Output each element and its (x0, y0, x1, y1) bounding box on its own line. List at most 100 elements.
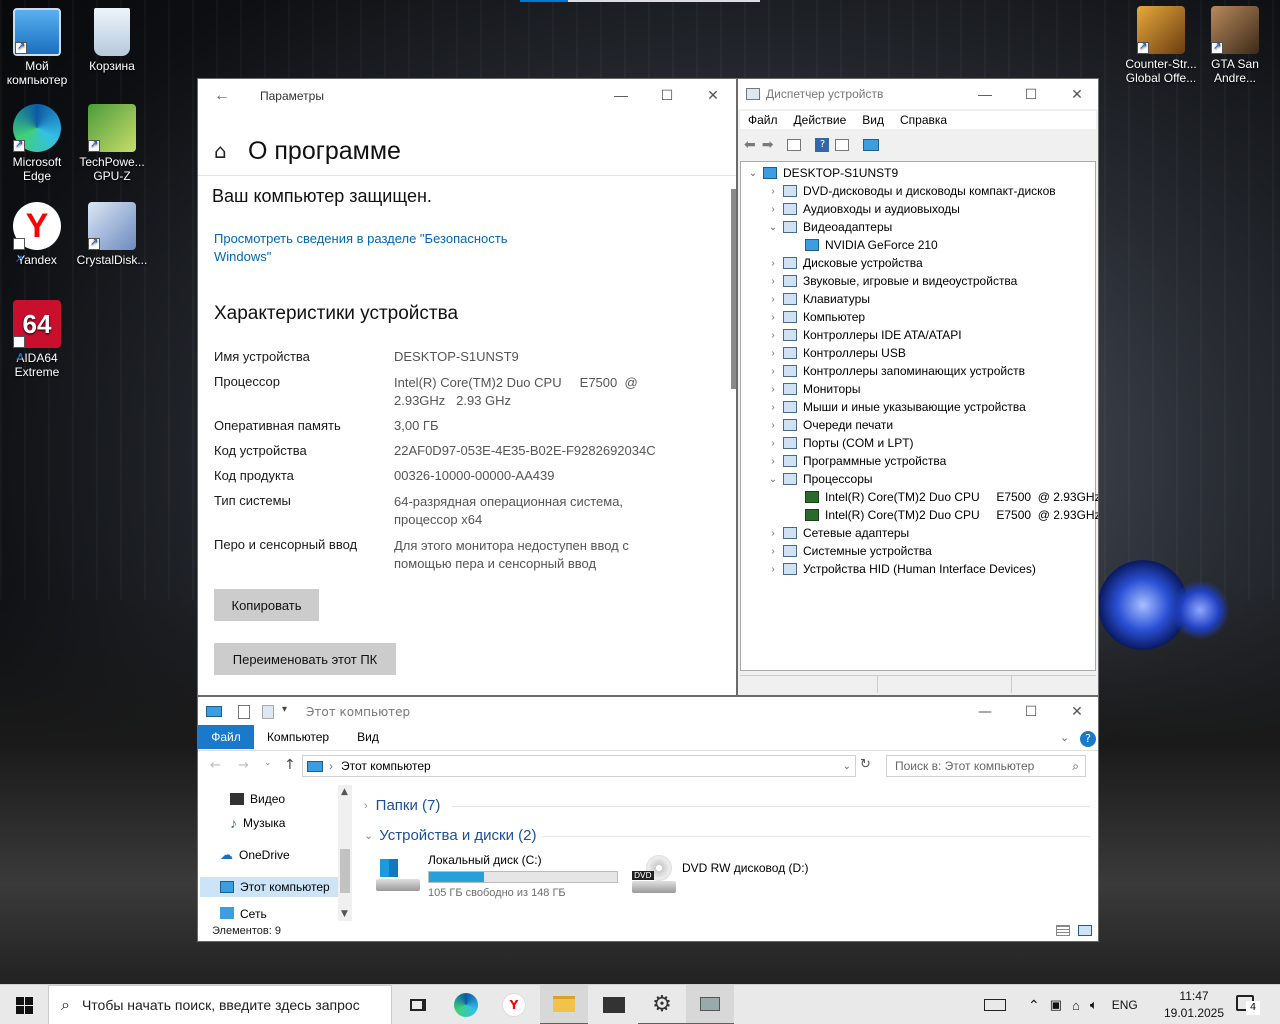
taskbar-file-explorer[interactable] (540, 985, 588, 1024)
maximize-button[interactable]: ☐ (1008, 697, 1054, 727)
devices-group-header[interactable]: ⌄ Устройства и диски (2) (364, 827, 536, 844)
tree-root[interactable]: ⌄ DESKTOP-S1UNST9 (747, 164, 898, 182)
chevron-right-icon[interactable]: › (767, 204, 779, 215)
copy-button[interactable]: Копировать (214, 589, 319, 621)
taskbar-edge[interactable] (442, 985, 490, 1024)
tree-device-item[interactable]: NVIDIA GeForce 210 (801, 236, 938, 254)
security-link[interactable]: Просмотреть сведения в разделе "Безопасн… (214, 230, 554, 266)
tree-category-item[interactable]: › Мониторы (767, 380, 860, 398)
chevron-right-icon[interactable]: › (767, 564, 779, 575)
close-button[interactable]: ✕ (1054, 79, 1098, 109)
desktop-icon-yandex[interactable]: Y Yandex (0, 202, 74, 284)
chevron-right-icon[interactable]: › (767, 420, 779, 431)
chevron-right-icon[interactable]: › (767, 276, 779, 287)
tree-device-item[interactable]: Intel(R) Core(TM)2 Duo CPU E7500 @ 2.93G… (801, 506, 1098, 524)
chevron-right-icon[interactable]: › (767, 546, 779, 557)
tree-category-item[interactable]: › Клавиатуры (767, 290, 870, 308)
forward-icon[interactable]: ➡ (762, 137, 774, 153)
ribbon-expand-icon[interactable]: ⌄ (1060, 731, 1069, 744)
nav-up-icon[interactable]: ↑ (284, 757, 296, 773)
chevron-right-icon[interactable]: › (767, 312, 779, 323)
tree-category-item[interactable]: › Компьютер (767, 308, 865, 326)
close-button[interactable]: ✕ (690, 79, 736, 111)
address-bar[interactable]: › Этот компьютер ⌄ (302, 755, 856, 777)
tree-category-item[interactable]: › DVD-дисководы и дисководы компакт-диско… (767, 182, 1055, 200)
settings-scrollbar[interactable] (731, 189, 736, 389)
tree-category-item[interactable]: › Дисковые устройства (767, 254, 922, 272)
chevron-right-icon[interactable]: › (767, 330, 779, 341)
rename-pc-button[interactable]: Переименовать этот ПК (214, 643, 396, 675)
start-button[interactable] (0, 985, 48, 1024)
tree-category-item[interactable]: › Сетевые адаптеры (767, 524, 909, 542)
chevron-down-icon[interactable]: ⌄ (767, 474, 779, 485)
tree-category-item[interactable]: › Порты (COM и LPT) (767, 434, 913, 452)
update-driver-icon[interactable] (835, 139, 850, 151)
desktop-icon-recycle-bin[interactable]: Корзина (75, 8, 149, 73)
close-button[interactable]: ✕ (1054, 697, 1098, 727)
notification-center-button[interactable]: 4 (1234, 993, 1260, 1017)
tree-category-item[interactable]: › Программные устройства (767, 452, 946, 470)
chevron-right-icon[interactable]: › (767, 402, 779, 413)
refresh-icon[interactable]: ↻ (860, 757, 871, 772)
nav-item-network[interactable]: Сеть (220, 907, 267, 921)
desktop-icon-gpuz[interactable]: TechPowe... GPU-Z (75, 104, 149, 183)
help-icon[interactable]: ? (1080, 731, 1096, 747)
scan-hardware-icon[interactable] (863, 139, 880, 151)
nav-item-onedrive[interactable]: ☁ OneDrive (220, 845, 290, 865)
taskbar-settings[interactable]: ⚙ (638, 985, 686, 1024)
network-icon[interactable]: ⌂ (1072, 998, 1080, 1013)
maximize-button[interactable]: ☐ (644, 79, 690, 111)
minimize-button[interactable]: — (962, 697, 1008, 727)
nav-item-videos[interactable]: Видео (230, 789, 285, 809)
folders-group-header[interactable]: › Папки (7) (364, 797, 440, 814)
desktop-icon-csgo[interactable]: Counter-Str... Global Offe... (1124, 6, 1198, 85)
search-box[interactable]: Поиск в: Этот компьютер ⌕ (886, 755, 1086, 777)
tiles-view-icon[interactable] (1078, 925, 1092, 936)
nav-item-this-pc[interactable]: Этот компьютер (200, 877, 338, 897)
tree-category-item[interactable]: › Очереди печати (767, 416, 893, 434)
task-view-button[interactable] (394, 985, 442, 1024)
taskbar-mail[interactable] (590, 985, 638, 1024)
recent-locations-icon[interactable]: ⌄ (264, 758, 272, 768)
chevron-right-icon[interactable]: › (767, 366, 779, 377)
tree-device-item[interactable]: Intel(R) Core(TM)2 Duo CPU E7500 @ 2.93G… (801, 488, 1098, 506)
taskbar-yandex[interactable]: Y (490, 985, 538, 1024)
volume-icon[interactable]: 🔈︎ (1090, 997, 1098, 1013)
properties-quick-icon[interactable] (238, 705, 250, 719)
ribbon-tab-view[interactable]: Вид (344, 725, 392, 749)
back-icon[interactable]: ⬅ (744, 137, 756, 153)
chevron-down-icon[interactable]: ⌄ (767, 222, 779, 233)
chevron-right-icon[interactable]: › (767, 528, 779, 539)
drive-d[interactable]: DVD DVD RW дисковод (D:) (630, 855, 830, 899)
drive-c[interactable]: Локальный диск (C:) 105 ГБ свободно из 1… (376, 851, 620, 901)
maximize-button[interactable]: ☐ (1008, 79, 1054, 109)
chevron-right-icon[interactable]: › (767, 438, 779, 449)
chevron-right-icon[interactable]: › (767, 294, 779, 305)
nav-forward-icon[interactable]: → (238, 758, 249, 773)
tree-category-item[interactable]: › Контроллеры USB (767, 344, 906, 362)
taskbar-search-input[interactable]: Чтобы начать поиск, введите здесь запрос (82, 997, 360, 1013)
language-indicator[interactable]: ENG (1112, 998, 1138, 1012)
chevron-right-icon[interactable]: › (767, 258, 779, 269)
tree-category-item[interactable]: › Звуковые, игровые и видеоустройства (767, 272, 1017, 290)
properties-icon[interactable] (787, 139, 802, 151)
chevron-right-icon[interactable]: › (767, 384, 779, 395)
tree-category-item[interactable]: ⌄ Видеоадаптеры (767, 218, 892, 236)
address-dropdown-icon[interactable]: ⌄ (843, 761, 851, 772)
home-icon[interactable]: ⌂ (214, 139, 227, 163)
chevron-right-icon[interactable]: › (767, 348, 779, 359)
help-icon[interactable]: ? (815, 138, 830, 152)
nav-item-music[interactable]: ♪ Музыка (230, 813, 285, 833)
tree-category-item[interactable]: › Устройства HID (Human Interface Devices… (767, 560, 1036, 578)
scroll-thumb[interactable] (340, 849, 350, 893)
desktop-icon-edge[interactable]: Microsoft Edge (0, 104, 74, 183)
keyboard-icon[interactable] (984, 999, 1006, 1011)
taskbar-device-manager[interactable] (686, 985, 734, 1024)
minimize-button[interactable]: — (962, 79, 1008, 109)
customize-quick-icon[interactable]: ▾ (282, 704, 287, 715)
tree-category-item[interactable]: › Контроллеры IDE ATA/ATAPI (767, 326, 961, 344)
ribbon-tab-computer[interactable]: Компьютер (256, 725, 340, 749)
tree-category-item[interactable]: › Мыши и иные указывающие устройства (767, 398, 1025, 416)
menu-view[interactable]: Вид (854, 113, 892, 127)
tree-category-item[interactable]: › Системные устройства (767, 542, 931, 560)
